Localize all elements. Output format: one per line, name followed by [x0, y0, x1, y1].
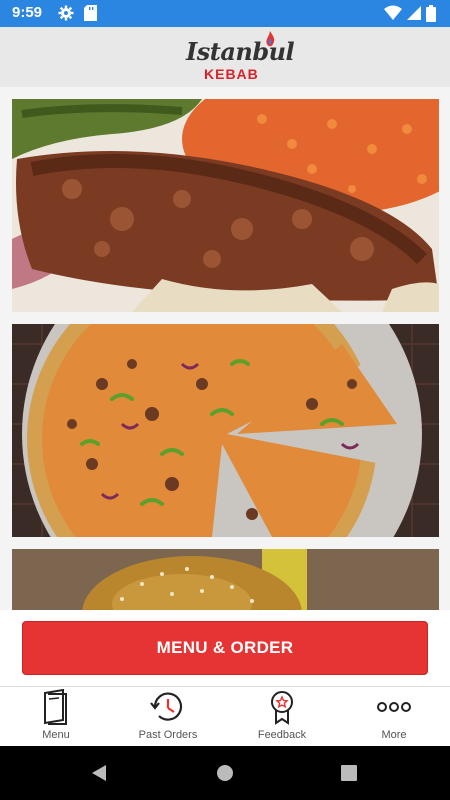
- tab-feedback-label: Feedback: [257, 729, 307, 741]
- tab-menu[interactable]: Menu: [0, 687, 112, 747]
- more-dots-icon: [374, 689, 414, 725]
- bottom-tab-bar: Menu Past Orders Feedback More: [0, 686, 450, 746]
- app-header: Istanbul KEBAB: [0, 27, 450, 87]
- burger-photo[interactable]: [12, 549, 439, 610]
- history-clock-icon: [148, 689, 188, 725]
- battery-icon: [426, 5, 436, 27]
- logo-text-istanbul: Istanbul: [186, 37, 295, 66]
- pizza-photo[interactable]: [12, 324, 439, 537]
- menu-book-icon: [36, 688, 76, 725]
- istanbul-kebab-logo: Istanbul KEBAB: [180, 31, 295, 85]
- home-icon[interactable]: [216, 764, 234, 787]
- kebab-photo[interactable]: [12, 99, 439, 312]
- status-time: 9:59: [12, 4, 43, 21]
- status-bar: 9:59: [0, 0, 450, 27]
- tab-past-orders-label: Past Orders: [138, 729, 198, 741]
- signal-icon: [406, 5, 421, 26]
- tab-menu-label: Menu: [42, 729, 70, 741]
- photo-gallery[interactable]: [0, 87, 450, 610]
- award-ribbon-icon: [262, 689, 302, 725]
- logo-text-kebab: KEBAB: [204, 66, 259, 82]
- recents-icon[interactable]: [341, 765, 357, 786]
- gear-icon: [58, 5, 74, 26]
- tab-more[interactable]: More: [338, 687, 450, 747]
- system-nav-bar: [0, 746, 450, 800]
- sd-card-icon: [84, 5, 97, 26]
- back-icon[interactable]: [90, 764, 108, 787]
- tab-feedback[interactable]: Feedback: [226, 687, 338, 747]
- tab-past-orders[interactable]: Past Orders: [112, 687, 224, 747]
- menu-order-button[interactable]: MENU & ORDER: [22, 621, 428, 675]
- wifi-icon: [384, 5, 402, 26]
- tab-more-label: More: [381, 729, 407, 741]
- flame-icon: [264, 31, 276, 54]
- order-bar: MENU & ORDER: [0, 610, 450, 686]
